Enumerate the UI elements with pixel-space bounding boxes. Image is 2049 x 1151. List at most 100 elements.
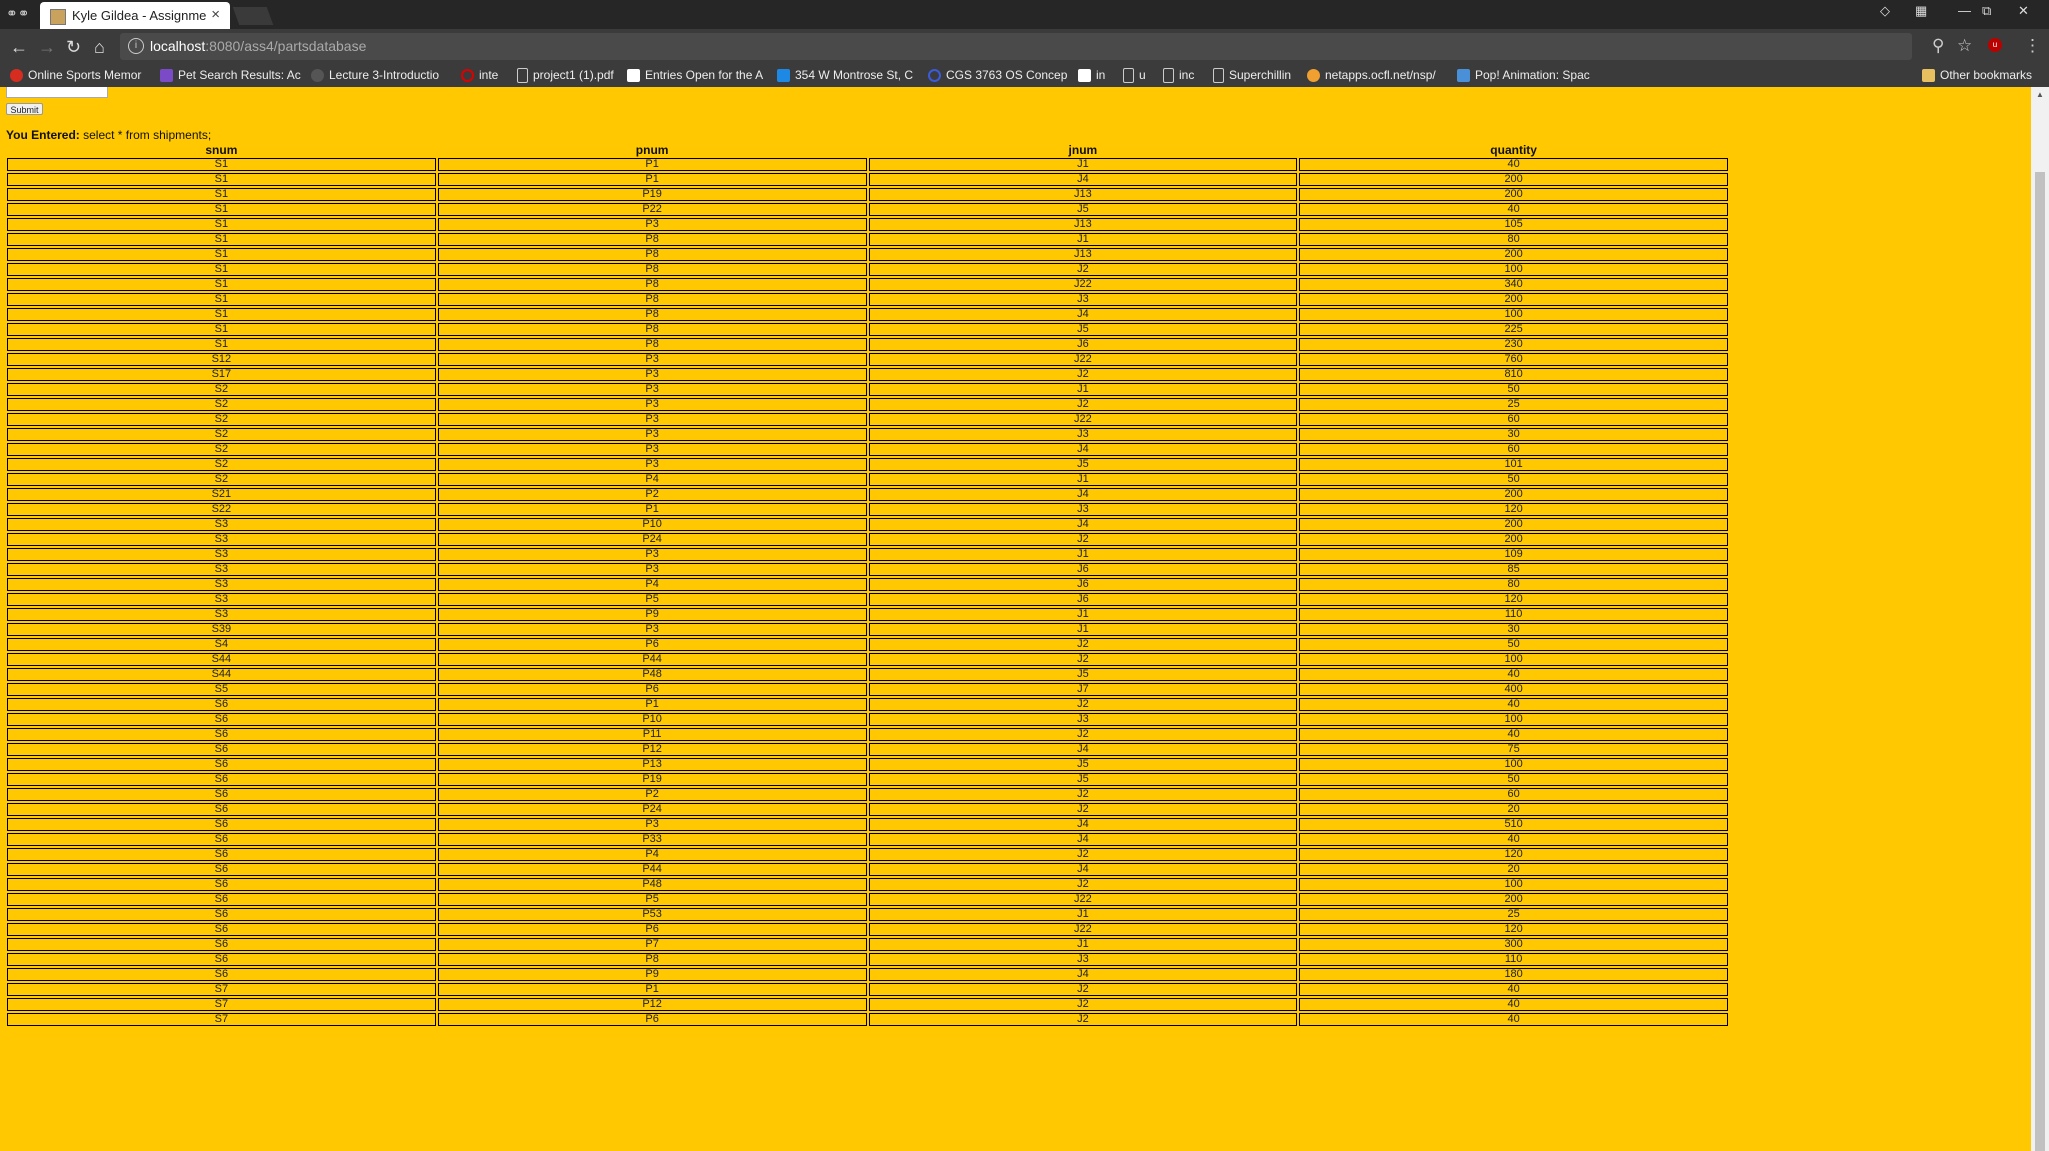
file-icon — [1213, 68, 1224, 84]
other-bookmarks[interactable]: Other bookmarks — [1922, 68, 2032, 83]
table-cell: S6 — [7, 743, 436, 756]
table-row: S5 P6 J7 400 — [7, 683, 1728, 696]
query-input[interactable] — [6, 87, 108, 98]
home-icon[interactable]: ⌂ — [94, 37, 105, 58]
table-cell: P3 — [437, 413, 867, 426]
zoom-icon[interactable]: ⚲ — [1932, 36, 1944, 56]
table-cell: P8 — [437, 338, 867, 351]
pinterest-icon — [10, 69, 23, 83]
table-cell: S1 — [7, 323, 436, 336]
minimize-icon[interactable]: — — [1958, 3, 1971, 18]
bookmark-item[interactable]: Entries Open for the A — [627, 68, 763, 83]
bookmark-item[interactable]: Pop! Animation: Spac — [1457, 68, 1590, 83]
table-cell: 110 — [1299, 953, 1728, 966]
extension-icon[interactable]: ◇ — [1880, 3, 1890, 19]
table-cell: S3 — [7, 548, 436, 561]
table-cell: P8 — [437, 293, 867, 306]
table-cell: P13 — [437, 758, 867, 771]
bookmark-item[interactable]: Pet Search Results: Ac — [160, 68, 301, 83]
bookmark-item[interactable]: Superchillin — [1213, 68, 1291, 84]
bookmark-item[interactable]: 354 W Montrose St, C — [777, 68, 913, 83]
table-cell: J5 — [868, 323, 1298, 336]
table-cell: P1 — [437, 503, 867, 516]
table-cell: 20 — [1299, 803, 1728, 816]
table-cell: P4 — [437, 848, 867, 861]
table-cell: P5 — [437, 593, 867, 606]
column-header: pnum — [635, 143, 669, 157]
table-cell: 300 — [1299, 938, 1728, 951]
reload-icon[interactable]: ↻ — [66, 37, 81, 58]
file-icon — [1123, 68, 1134, 84]
table-cell: P8 — [437, 323, 867, 336]
table-cell: P8 — [437, 248, 867, 261]
bookmark-item[interactable]: netapps.ocfl.net/nsp/ — [1307, 68, 1436, 83]
table-cell: 180 — [1299, 968, 1728, 981]
scrollbar-thumb[interactable] — [2035, 172, 2045, 1151]
table-cell: J22 — [868, 413, 1298, 426]
table-cell: J6 — [868, 563, 1298, 576]
table-row: S6 P13 J5 100 — [7, 758, 1728, 771]
table-cell: J5 — [868, 203, 1298, 216]
info-icon[interactable]: i — [128, 38, 144, 54]
table-cell: S7 — [7, 983, 436, 996]
table-cell: J2 — [868, 728, 1298, 741]
table-cell: 40 — [1299, 1013, 1728, 1026]
table-row: S6 P2 J2 60 — [7, 788, 1728, 801]
table-cell: P3 — [437, 218, 867, 231]
table-row: S44 P44 J2 100 — [7, 653, 1728, 666]
table-cell: S44 — [7, 653, 436, 666]
new-tab-button[interactable] — [232, 7, 274, 25]
table-cell: P8 — [437, 953, 867, 966]
table-cell: S1 — [7, 338, 436, 351]
table-row: S1 P8 J4 100 — [7, 308, 1728, 321]
table-row: S1 P1 J4 200 — [7, 173, 1728, 186]
browser-tab[interactable]: Kyle Gildea - Assignmen × — [40, 2, 230, 29]
table-cell: 40 — [1299, 998, 1728, 1011]
bookmark-item[interactable]: CGS 3763 OS Concep — [928, 68, 1067, 83]
table-cell: J1 — [868, 233, 1298, 246]
bookmark-item[interactable]: inc — [1163, 68, 1194, 84]
bookmark-item[interactable]: Lecture 3-Introductio — [311, 68, 439, 83]
table-cell: S2 — [7, 473, 436, 486]
table-cell: J6 — [868, 593, 1298, 606]
table-cell: 40 — [1299, 983, 1728, 996]
table-cell: P22 — [437, 203, 867, 216]
table-cell: S1 — [7, 293, 436, 306]
table-cell: J4 — [868, 743, 1298, 756]
restore-icon[interactable]: ⧉ — [1982, 3, 1991, 19]
address-bar[interactable]: i localhost:8080/ass4/partsdatabase — [120, 33, 1912, 60]
table-row: S1 P8 J5 225 — [7, 323, 1728, 336]
table-cell: S6 — [7, 788, 436, 801]
page-scrollbar[interactable]: ▲ — [2031, 87, 2049, 1151]
table-cell: 110 — [1299, 608, 1728, 621]
ublock-icon[interactable]: u — [1988, 38, 2002, 52]
table-cell: S6 — [7, 893, 436, 906]
table-cell: P11 — [437, 728, 867, 741]
close-window-icon[interactable]: ✕ — [2018, 3, 2029, 19]
table-row: S21 P2 J4 200 — [7, 488, 1728, 501]
forward-icon[interactable]: → — [38, 37, 56, 58]
table-cell: S6 — [7, 758, 436, 771]
tab-close-icon[interactable]: × — [211, 6, 220, 23]
pop-animation-icon — [1457, 69, 1470, 83]
bookmark-item[interactable]: inte — [461, 68, 498, 83]
bookmark-star-icon[interactable]: ☆ — [1957, 36, 1972, 56]
table-header-row: snum pnum jnum quantity — [7, 144, 1728, 156]
table-cell: J4 — [868, 308, 1298, 321]
table-row: S6 P6 J22 120 — [7, 923, 1728, 936]
bookmark-item[interactable]: u — [1123, 68, 1146, 84]
table-cell: P3 — [437, 623, 867, 636]
menu-icon[interactable]: ⋮ — [2024, 36, 2041, 56]
back-icon[interactable]: ← — [10, 37, 28, 58]
bookmark-item[interactable]: Online Sports Memor — [10, 68, 141, 83]
table-row: S6 P7 J1 300 — [7, 938, 1728, 951]
bookmark-item[interactable]: project1 (1).pdf — [517, 68, 614, 84]
submit-button[interactable]: Submit — [6, 103, 43, 115]
table-cell: P8 — [437, 233, 867, 246]
table-cell: 225 — [1299, 323, 1728, 336]
table-row: S6 P9 J4 180 — [7, 968, 1728, 981]
scroll-up-icon[interactable]: ▲ — [2036, 90, 2044, 99]
extension-icon-2[interactable]: ▦ — [1915, 3, 1927, 19]
bookmark-item[interactable]: in — [1078, 68, 1105, 83]
table-cell: J3 — [868, 428, 1298, 441]
